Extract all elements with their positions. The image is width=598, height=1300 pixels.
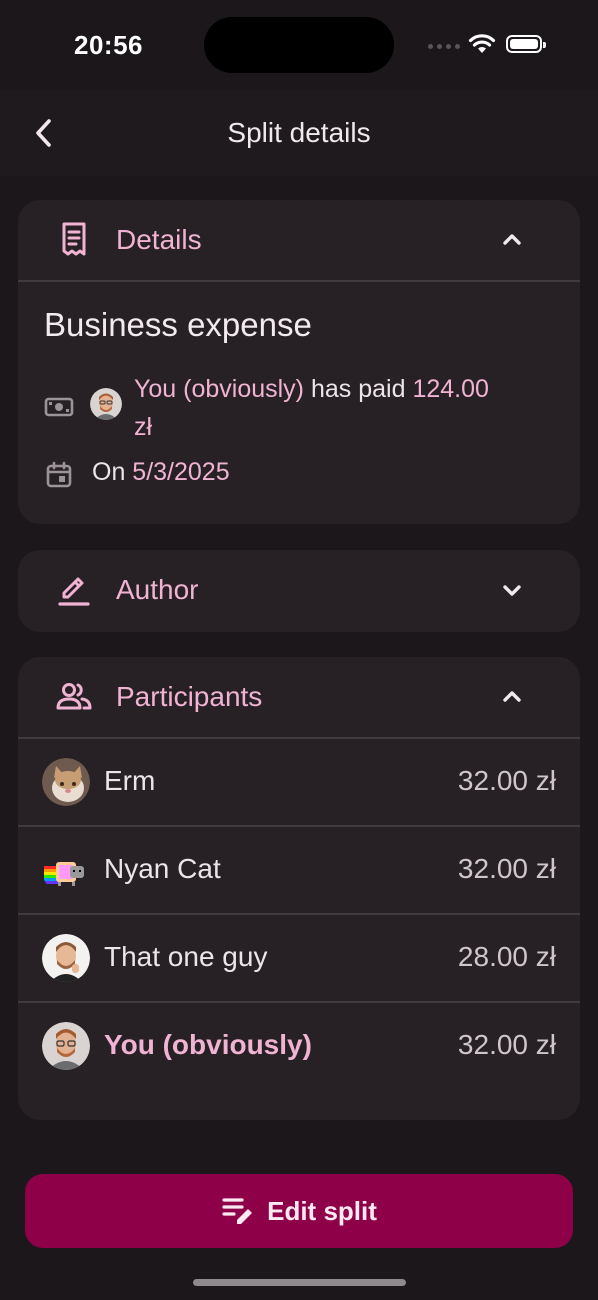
date-value: 5/3/2025 bbox=[132, 458, 230, 486]
payer-name: You (obviously) bbox=[134, 375, 305, 403]
edit-split-label: Edit split bbox=[267, 1195, 377, 1226]
guy-avatar bbox=[42, 934, 90, 982]
participant-row[interactable]: Nyan Cat 32.00 zł bbox=[18, 825, 580, 913]
pencil-icon bbox=[58, 577, 90, 606]
participant-name: Erm bbox=[104, 765, 156, 796]
participant-amount: 32.00 zł bbox=[457, 853, 556, 884]
date-prefix: On bbox=[92, 458, 133, 486]
dynamic-island bbox=[204, 17, 394, 73]
cat-avatar bbox=[42, 758, 90, 806]
paid-currency: zł bbox=[134, 413, 153, 441]
participant-name: Nyan Cat bbox=[104, 853, 221, 884]
battery-icon bbox=[506, 35, 546, 53]
details-header[interactable]: Details bbox=[18, 200, 580, 280]
paid-text: You (obviously) has paid 124.00 zł bbox=[134, 370, 554, 446]
edit-split-button[interactable]: Edit split bbox=[25, 1174, 573, 1248]
participants-card: Participants Erm 32.00 zł Nyan Cat 32.00… bbox=[18, 657, 580, 1120]
people-icon bbox=[56, 683, 92, 710]
chevron-down-icon[interactable] bbox=[500, 578, 524, 602]
receipt-icon bbox=[62, 222, 86, 256]
wifi-icon bbox=[468, 34, 496, 53]
participant-amount: 28.00 zł bbox=[457, 941, 556, 972]
status-bar: 20:56 bbox=[0, 0, 598, 90]
participant-amount: 32.00 zł bbox=[457, 1029, 556, 1060]
details-label: Details bbox=[116, 224, 202, 255]
page-title: Split details bbox=[227, 117, 371, 148]
chevron-up-icon[interactable] bbox=[500, 685, 524, 709]
paid-connector: has paid bbox=[304, 375, 413, 403]
participant-name: That one guy bbox=[104, 941, 268, 972]
participants-label: Participants bbox=[116, 681, 263, 712]
calendar-icon bbox=[46, 461, 72, 488]
paid-amount: 124.00 bbox=[412, 375, 489, 403]
expense-title: Business expense bbox=[44, 306, 312, 343]
participant-row[interactable]: You (obviously) 32.00 zł bbox=[18, 1001, 580, 1089]
cash-icon bbox=[44, 397, 74, 417]
top-app-bar: Split details bbox=[0, 90, 598, 176]
details-card: Details Business expense You (obviously)… bbox=[18, 200, 580, 524]
chevron-up-icon[interactable] bbox=[500, 228, 524, 252]
status-time: 20:56 bbox=[74, 30, 143, 60]
participants-header[interactable]: Participants bbox=[18, 657, 580, 737]
edit-list-icon bbox=[222, 1198, 253, 1224]
participant-row[interactable]: Erm 32.00 zł bbox=[18, 739, 580, 825]
nyan-cat-avatar bbox=[42, 846, 90, 894]
you-avatar bbox=[42, 1022, 90, 1070]
date-text: On 5/3/2025 bbox=[92, 458, 230, 487]
author-label: Author bbox=[116, 574, 199, 605]
author-card: Author bbox=[18, 550, 580, 632]
participant-row[interactable]: That one guy 28.00 zł bbox=[18, 913, 580, 1001]
home-indicator[interactable] bbox=[193, 1279, 406, 1286]
participant-name: You (obviously) bbox=[104, 1029, 312, 1060]
signal-icon bbox=[428, 44, 460, 49]
author-header[interactable]: Author bbox=[18, 550, 580, 630]
participant-amount: 32.00 zł bbox=[457, 765, 556, 796]
details-divider bbox=[18, 280, 580, 282]
payer-avatar bbox=[90, 388, 122, 420]
